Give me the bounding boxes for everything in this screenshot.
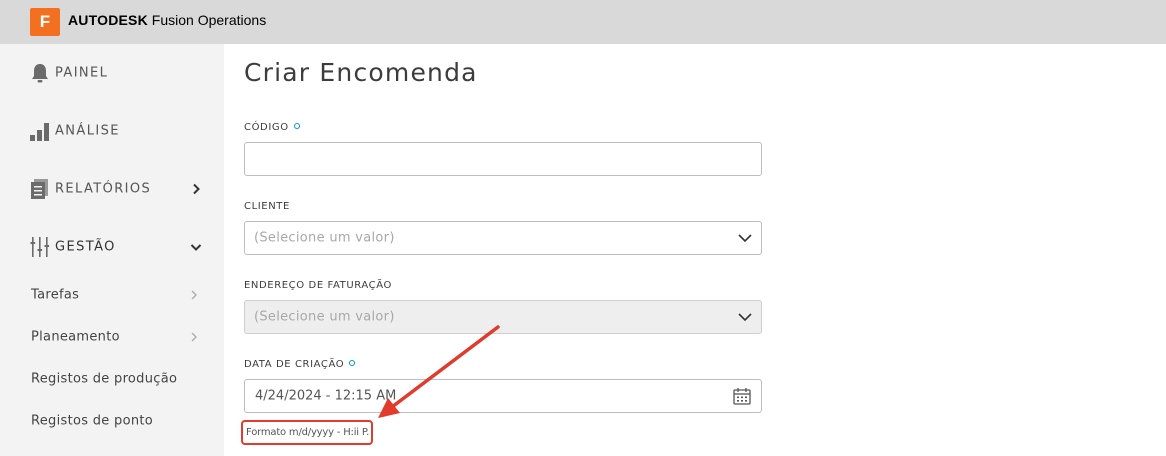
sidebar-subitem-label: Tarefas [31,287,80,303]
sidebar-item-gestao[interactable]: GESTÃO [0,218,224,276]
sidebar-subitem-registos-producao[interactable]: Registos de produção [0,358,224,400]
brand-bold: AUTODESK [68,12,148,28]
top-bar: F AUTODESK Fusion Operations [0,0,1166,44]
fusion-logo-icon[interactable]: F [30,8,60,36]
sidebar-subitem-label: Planeamento [31,329,120,345]
sidebar-item-label: RELATÓRIOS [55,181,152,197]
date-format-hint: Formato m/d/yyyy - H:ii P. [241,420,373,445]
codigo-label-text: CÓDIGO [244,122,289,133]
sidebar-item-label: PAINEL [55,65,109,81]
data-label-text: DATA DE CRIAÇÃO [244,359,345,370]
sidebar-subitem-registos-ponto[interactable]: Registos de ponto [0,400,224,442]
brand-title: AUTODESK Fusion Operations [68,12,266,28]
logo-letter: F [39,12,51,31]
chevron-down-icon [738,313,752,322]
cliente-select[interactable]: (Selecione um valor) [244,221,762,255]
endereco-label: ENDEREÇO DE FATURAÇÃO [244,280,392,291]
calendar-icon[interactable] [733,387,751,405]
cliente-label: CLIENTE [244,201,290,212]
bar-chart-icon [30,123,49,141]
sliders-icon [30,237,50,257]
endereco-select[interactable]: (Selecione um valor) [244,300,762,334]
bell-icon [32,64,48,83]
date-format-hint-text: Formato m/d/yyyy - H:ii P. [246,427,370,438]
codigo-label: CÓDIGO [244,122,300,133]
sidebar-item-label: GESTÃO [55,239,116,255]
chevron-right-icon [191,290,197,300]
data-criacao-input[interactable]: 4/24/2024 - 12:15 AM [244,379,762,413]
sidebar-item-relatorios[interactable]: RELATÓRIOS [0,160,224,218]
chevron-right-icon [191,332,197,342]
required-indicator-icon [349,360,356,366]
required-indicator-icon [293,123,300,129]
sidebar-subitem-label: Registos de ponto [31,413,154,429]
reports-icon [31,179,48,199]
chevron-down-icon [190,244,202,251]
brand-rest: Fusion Operations [147,12,267,28]
page-title: Criar Encomenda [244,58,478,87]
sidebar: PAINEL ANÁLISE RELATÓRIOS GESTÃO Tarefas… [0,44,224,456]
sidebar-item-painel[interactable]: PAINEL [0,44,224,102]
data-label: DATA DE CRIAÇÃO [244,359,356,370]
sidebar-subitem-tarefas[interactable]: Tarefas [0,274,224,316]
chevron-down-icon [738,234,752,243]
data-criacao-value: 4/24/2024 - 12:15 AM [255,388,397,404]
cliente-placeholder: (Selecione um valor) [254,230,395,246]
endereco-placeholder: (Selecione um valor) [254,309,395,325]
sidebar-item-analise[interactable]: ANÁLISE [0,102,224,160]
sidebar-item-label: ANÁLISE [55,123,120,139]
sidebar-subitem-label: Registos de produção [31,371,178,387]
sidebar-subitem-planeamento[interactable]: Planeamento [0,316,224,358]
codigo-input[interactable] [244,142,762,176]
main-content: Criar Encomenda CÓDIGO CLIENTE (Selecion… [224,44,1166,456]
chevron-right-icon [193,183,200,195]
